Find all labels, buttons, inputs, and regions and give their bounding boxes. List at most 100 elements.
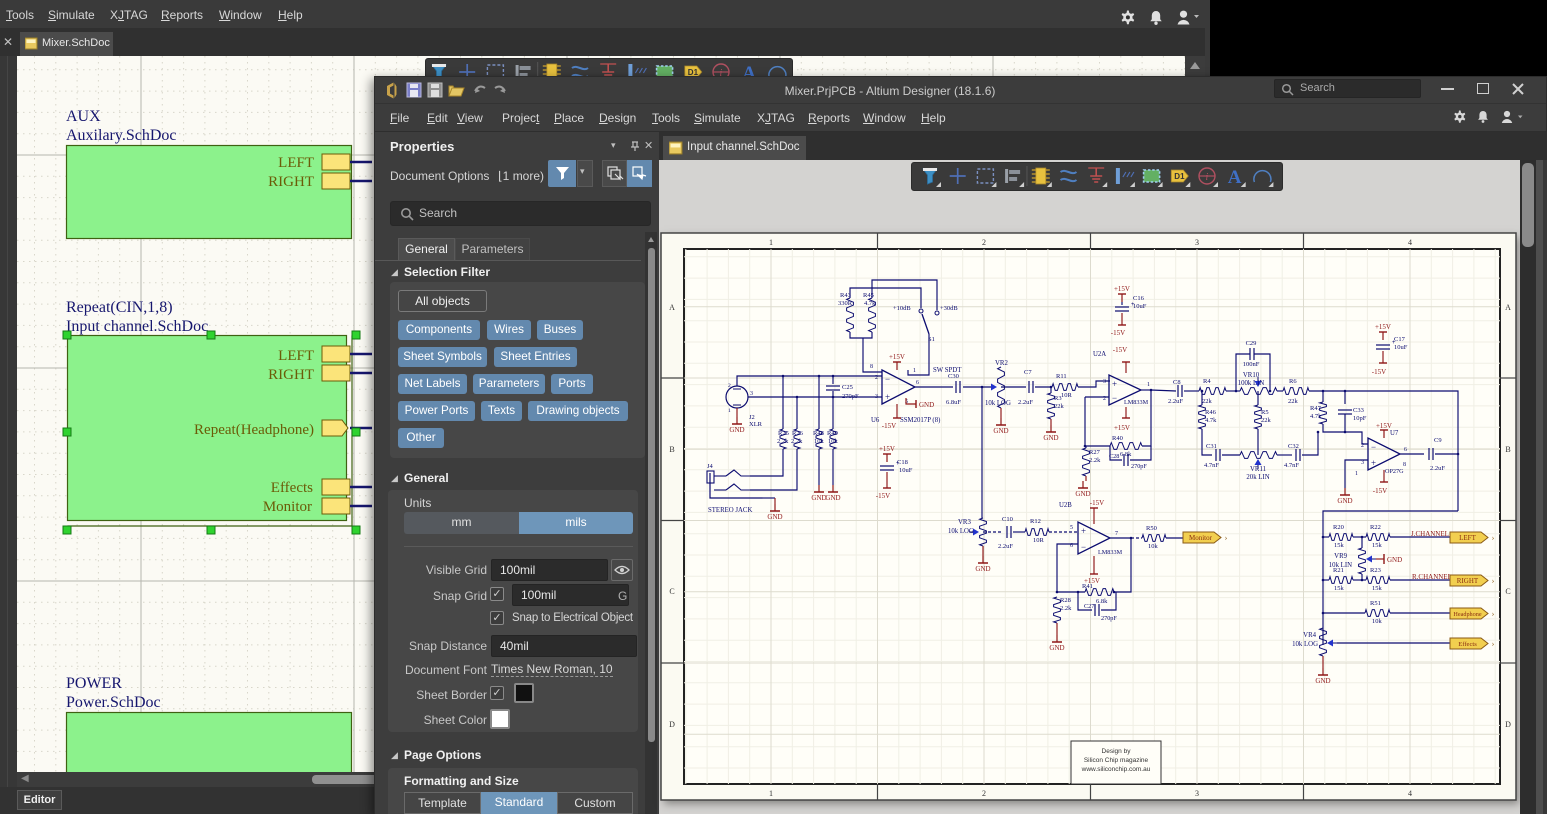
- svg-text:R6: R6: [1289, 378, 1297, 385]
- svg-text:i: i: [1206, 172, 1209, 183]
- svg-text:4: 4: [1408, 789, 1412, 798]
- svg-text:B: B: [669, 445, 674, 454]
- svg-text:R49: R49: [827, 430, 838, 437]
- svg-text:4.7k: 4.7k: [864, 300, 876, 307]
- svg-text:GND: GND: [1387, 556, 1402, 564]
- svg-text:10uF: 10uF: [1394, 344, 1408, 351]
- svg-text:R48: R48: [813, 430, 824, 437]
- svg-text:U7: U7: [1390, 430, 1399, 437]
- svg-text:22k: 22k: [1054, 403, 1065, 410]
- svg-text:D1: D1: [1174, 172, 1185, 181]
- svg-text:−: −: [1081, 542, 1086, 552]
- svg-text:+: +: [885, 392, 890, 402]
- svg-text:330R: 330R: [838, 300, 853, 307]
- svg-text:4.7nF: 4.7nF: [1284, 462, 1299, 469]
- svg-text:GND: GND: [1315, 677, 1330, 685]
- svg-text:10pF: 10pF: [1353, 415, 1367, 422]
- svg-text:R51: R51: [1370, 600, 1381, 607]
- svg-text:6: 6: [916, 380, 919, 386]
- svg-text:Effects: Effects: [1458, 641, 1477, 648]
- svg-text:10uF: 10uF: [899, 467, 913, 474]
- svg-text:XLR: XLR: [749, 421, 763, 428]
- svg-text:U2B: U2B: [1059, 502, 1072, 509]
- svg-text:›: ›: [1492, 577, 1495, 586]
- svg-text:8: 8: [870, 364, 873, 370]
- svg-text:3: 3: [875, 394, 878, 400]
- svg-text:2: 2: [982, 238, 986, 247]
- svg-text:2.2uF: 2.2uF: [1018, 399, 1033, 406]
- svg-text:4.7k: 4.7k: [1205, 417, 1217, 424]
- svg-text:-15V: -15V: [1373, 487, 1387, 495]
- svg-text:VR4: VR4: [1303, 632, 1316, 639]
- svg-text:LEFT: LEFT: [1459, 534, 1476, 542]
- svg-text:4.7k: 4.7k: [1310, 413, 1322, 420]
- svg-text:C17: C17: [1394, 336, 1406, 343]
- svg-text:C10: C10: [1002, 516, 1013, 523]
- svg-text:GND: GND: [825, 494, 840, 502]
- svg-text:2: 2: [728, 383, 731, 389]
- svg-text:3: 3: [1195, 789, 1199, 798]
- svg-text:R23: R23: [1370, 567, 1381, 574]
- svg-text:-15V: -15V: [1111, 329, 1125, 337]
- svg-text:R50: R50: [1146, 525, 1157, 532]
- svg-text:C29: C29: [1246, 340, 1257, 347]
- svg-text:B: B: [1505, 445, 1510, 454]
- svg-text:C8: C8: [1173, 379, 1181, 386]
- svg-text:2.2k: 2.2k: [791, 438, 803, 445]
- svg-text:U6: U6: [871, 417, 880, 424]
- svg-text:LM833M: LM833M: [1124, 399, 1149, 406]
- svg-text:R27: R27: [1089, 449, 1101, 456]
- svg-text:+30dB: +30dB: [940, 305, 958, 312]
- svg-text:3: 3: [750, 391, 753, 397]
- svg-text:3: 3: [1361, 460, 1364, 466]
- svg-text:-15V: -15V: [1113, 346, 1127, 354]
- svg-text:VR2: VR2: [995, 360, 1008, 367]
- svg-text:-15V: -15V: [1372, 368, 1386, 376]
- svg-text:C: C: [1505, 587, 1510, 596]
- svg-text:SSM2017P (8): SSM2017P (8): [900, 417, 940, 424]
- svg-text:2.2uF: 2.2uF: [998, 543, 1013, 550]
- svg-text:1: 1: [913, 368, 916, 374]
- svg-text:C25: C25: [842, 384, 853, 391]
- svg-text:GND: GND: [811, 494, 826, 502]
- svg-text:GND: GND: [767, 513, 782, 521]
- svg-text:100k LIN: 100k LIN: [1238, 380, 1265, 387]
- svg-text:1: 1: [769, 238, 773, 247]
- svg-text:270pF: 270pF: [1131, 463, 1147, 470]
- svg-text:2.2uF: 2.2uF: [1430, 465, 1445, 472]
- svg-text:OP27G: OP27G: [1385, 468, 1404, 475]
- svg-text:A: A: [1228, 167, 1242, 188]
- svg-text:5: 5: [1070, 525, 1073, 531]
- svg-text:R20: R20: [1333, 524, 1344, 531]
- svg-text:15k: 15k: [1334, 585, 1345, 592]
- svg-text:Monitor: Monitor: [1189, 534, 1213, 542]
- svg-text:C31: C31: [1206, 443, 1217, 450]
- svg-text:−: −: [1112, 393, 1117, 403]
- svg-text:VR3: VR3: [958, 519, 971, 526]
- svg-text:+15V: +15V: [1114, 424, 1130, 432]
- svg-text:R5: R5: [1261, 409, 1269, 416]
- svg-text:+: +: [1371, 458, 1376, 468]
- svg-text:J.CHANNEL: J.CHANNEL: [1411, 530, 1449, 538]
- svg-text:1: 1: [728, 408, 731, 414]
- svg-text:10uF: 10uF: [1133, 303, 1147, 310]
- svg-text:6.8k: 6.8k: [1096, 598, 1108, 605]
- svg-text:GND: GND: [975, 565, 990, 573]
- svg-text:LM833M: LM833M: [1098, 549, 1123, 556]
- svg-text:4.7nF: 4.7nF: [1204, 462, 1219, 469]
- svg-text:R47: R47: [1310, 405, 1322, 412]
- svg-text:C18: C18: [897, 459, 908, 466]
- svg-text:GND: GND: [1337, 497, 1352, 505]
- svg-text:›: ›: [1492, 640, 1495, 649]
- svg-text:-15V: -15V: [882, 422, 896, 430]
- svg-text:GND: GND: [1043, 434, 1058, 442]
- svg-text:D: D: [669, 720, 675, 729]
- svg-text:2.2k: 2.2k: [777, 438, 789, 445]
- svg-text:+15V: +15V: [879, 445, 895, 453]
- svg-text:R40: R40: [1112, 435, 1123, 442]
- svg-text:2: 2: [982, 789, 986, 798]
- svg-text:Headphone: Headphone: [1453, 611, 1481, 618]
- svg-text:10k: 10k: [828, 438, 839, 445]
- svg-text:1: 1: [1147, 382, 1150, 388]
- svg-text:GND: GND: [729, 426, 744, 434]
